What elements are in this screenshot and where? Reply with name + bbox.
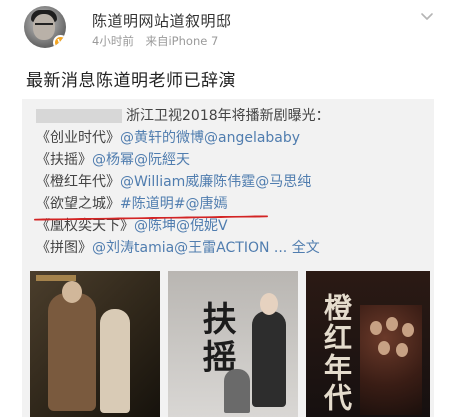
- post-time: 4小时前: [92, 34, 134, 48]
- post-text: 最新消息陈道明老师已辞演: [26, 71, 236, 91]
- poster-1-man-head: [62, 281, 82, 303]
- poster-2-title: 扶摇: [196, 301, 236, 377]
- full-text-link[interactable]: 全文: [292, 240, 320, 256]
- repost-list: 浙江卫视2018年将播新剧曝光： 《创业时代》@黄轩的微博@angelababy…: [36, 105, 426, 259]
- repost-intro: 浙江卫视2018年将播新剧曝光：: [36, 105, 426, 127]
- repost-card[interactable]: 浙江卫视2018年将播新剧曝光： 《创业时代》@黄轩的微博@angelababy…: [22, 99, 434, 417]
- drama-tags[interactable]: @刘涛tamia@王雷ACTION ...: [92, 240, 287, 256]
- verified-badge-icon: V: [53, 35, 66, 48]
- username[interactable]: 陈道明网站道叙明邸: [92, 10, 232, 31]
- drama-title: 《欲望之城》: [36, 196, 120, 212]
- post-meta: 4小时前 来自iPhone 7: [92, 33, 226, 49]
- poster-3-title: 橙红年代: [320, 293, 353, 413]
- drama-tags[interactable]: @William威廉陈伟霆@马思纯: [120, 174, 311, 190]
- poster-1[interactable]: [30, 271, 160, 417]
- drama-title: 《扶摇》: [36, 152, 92, 168]
- drama-tags[interactable]: @黄轩的微博@angelababy: [120, 130, 300, 146]
- list-item: 《扶摇》@杨幂@阮經天: [36, 149, 426, 171]
- poster-3[interactable]: 橙红年代: [306, 271, 430, 417]
- drama-title: 《拼图》: [36, 240, 92, 256]
- list-item: 《创业时代》@黄轩的微博@angelababy: [36, 127, 426, 149]
- avatar-glasses: [35, 23, 53, 28]
- poster-1-woman: [100, 309, 130, 413]
- poster-3-faces: [368, 317, 416, 377]
- drama-tags[interactable]: #陈道明#@唐嫣: [120, 196, 227, 212]
- post-header: V 陈道明网站道叙明邸 4小时前 来自iPhone 7: [0, 0, 450, 56]
- redacted-username: [36, 109, 122, 123]
- poster-grid: 扶摇 橙红年代: [30, 271, 430, 417]
- drama-tags[interactable]: @杨幂@阮經天: [92, 152, 190, 168]
- drama-title: 《创业时代》: [36, 130, 120, 146]
- avatar[interactable]: V: [24, 6, 66, 48]
- poster-1-man: [48, 281, 96, 411]
- list-item: 《橙红年代》@William威廉陈伟霆@马思纯: [36, 171, 426, 193]
- post-source: 来自iPhone 7: [145, 34, 219, 48]
- list-item: 《欲望之城》#陈道明#@唐嫣: [36, 193, 426, 215]
- poster-2[interactable]: 扶摇: [168, 271, 298, 417]
- drama-tags[interactable]: @陈坤@倪妮V: [134, 218, 228, 234]
- poster-2-person: [252, 293, 286, 407]
- poster-2-person-2: [224, 369, 250, 413]
- chevron-down-icon[interactable]: [420, 10, 434, 24]
- list-item: 《拼图》@刘涛tamia@王雷ACTION ... 全文: [36, 237, 426, 259]
- drama-title: 《橙红年代》: [36, 174, 120, 190]
- poster-2-person-head: [260, 293, 278, 315]
- repost-intro-text: 浙江卫视2018年将播新剧曝光：: [126, 108, 330, 124]
